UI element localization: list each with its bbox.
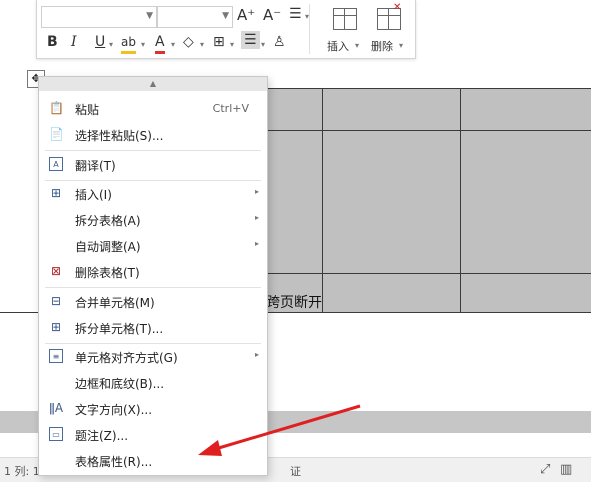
annotation-arrow <box>198 404 361 456</box>
arrow-shaft <box>211 404 361 452</box>
arrow-head <box>198 440 222 456</box>
